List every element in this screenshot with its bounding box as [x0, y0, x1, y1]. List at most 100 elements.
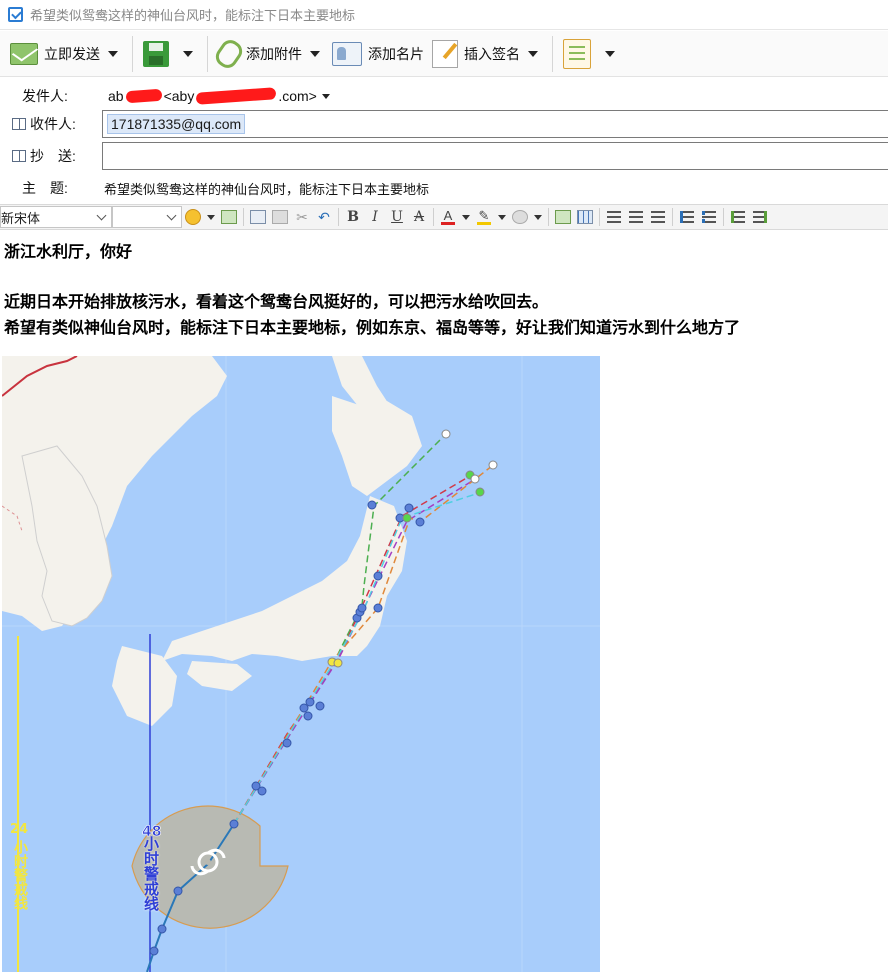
redaction-mark	[125, 88, 162, 104]
subject-row: 主 题: 希望类似鸳鸯这样的神仙台风时，能标注下日本主要地标	[0, 176, 888, 200]
font-color-dropdown[interactable]	[462, 214, 470, 220]
copy-icon	[272, 210, 288, 224]
highlight-button[interactable]: ✎	[473, 206, 495, 228]
font-color-swatch	[441, 221, 455, 225]
track-point	[173, 886, 183, 896]
background-button[interactable]	[509, 206, 531, 228]
save-button[interactable]	[139, 36, 179, 72]
title-bar: 希望类似鸳鸯这样的神仙台风时，能标注下日本主要地标	[0, 0, 888, 30]
highlight-swatch	[477, 221, 491, 225]
to-row: 收件人: 171871335@qq.com	[0, 110, 888, 138]
bullet-list-icon	[702, 211, 716, 223]
align-right-button[interactable]	[647, 206, 669, 228]
send-label: 立即发送	[44, 45, 100, 62]
sender-prefix: ab	[108, 88, 124, 104]
chevron-down-icon	[96, 210, 107, 220]
alert-48h-label: 小时警戒线	[142, 836, 160, 911]
to-field[interactable]: 171871335@qq.com	[102, 110, 888, 138]
align-left-icon	[607, 211, 621, 223]
toolbar-divider	[132, 35, 133, 72]
font-size-select[interactable]	[112, 206, 182, 228]
font-family-select[interactable]: 新宋体	[0, 206, 112, 228]
bold-button[interactable]: B	[342, 206, 364, 228]
save-options-dropdown[interactable]	[183, 50, 193, 57]
attachment-options-dropdown[interactable]	[310, 50, 320, 57]
track-point	[257, 786, 267, 796]
italic-button[interactable]: I	[364, 206, 386, 228]
to-address-book-button[interactable]: 收件人:	[0, 114, 100, 134]
outdent-button[interactable]	[727, 206, 749, 228]
underline-button[interactable]: U	[386, 206, 408, 228]
track-point	[229, 819, 239, 829]
font-color-glyph: A	[443, 207, 453, 223]
cc-address-book-button[interactable]: 抄 送:	[0, 146, 100, 166]
track-point	[299, 703, 309, 713]
format-divider	[672, 208, 673, 226]
numbered-list-button[interactable]	[676, 206, 698, 228]
typhoon-track-map: 48 小时警戒线 24 小时警戒线	[2, 356, 600, 972]
sender-selector[interactable]: ab <aby .com>	[108, 87, 330, 105]
cut-button[interactable]: ✂	[291, 206, 313, 228]
redaction-mark	[196, 87, 277, 105]
add-card-label: 添加名片	[368, 45, 424, 62]
insert-table-button[interactable]	[574, 206, 596, 228]
insert-signature-button[interactable]: 插入签名	[428, 36, 524, 72]
insert-picture-button[interactable]	[552, 206, 574, 228]
from-row: 发件人: ab <aby .com>	[0, 84, 888, 108]
copy-button[interactable]	[269, 206, 291, 228]
undo-button[interactable]: ↶	[313, 206, 335, 228]
chevron-down-icon	[166, 210, 177, 220]
emoji-button[interactable]	[182, 206, 204, 228]
font-family-value: 新宋体	[1, 210, 41, 226]
sender-middle: <aby	[163, 88, 195, 104]
track-point	[303, 711, 313, 721]
align-left-button[interactable]	[603, 206, 625, 228]
address-book-icon	[12, 150, 26, 162]
more-options-button[interactable]	[559, 36, 601, 72]
body-greeting[interactable]: 浙江水利厅，你好	[4, 238, 132, 262]
format-divider	[243, 208, 244, 226]
insert-signature-label: 插入签名	[464, 45, 520, 62]
subject-field[interactable]: 希望类似鸳鸯这样的神仙台风时，能标注下日本主要地标	[104, 179, 429, 198]
emoji-dropdown[interactable]	[207, 214, 215, 220]
background-dropdown[interactable]	[534, 214, 542, 220]
align-center-button[interactable]	[625, 206, 647, 228]
forecast-point-white	[488, 460, 498, 470]
format-divider	[433, 208, 434, 226]
track-point	[357, 603, 367, 613]
body-line-2[interactable]: 希望有类似神仙台风时，能标注下日本主要地标，例如东京、福岛等等，好让我们知道污水…	[4, 314, 740, 338]
sender-suffix: .com>	[278, 88, 317, 104]
send-options-dropdown[interactable]	[108, 50, 118, 57]
signature-pen-icon	[432, 39, 458, 68]
forecast-point-yellow	[333, 658, 343, 668]
cc-field[interactable]	[102, 142, 888, 170]
from-label: 发件人:	[22, 88, 68, 104]
font-color-icon: A	[441, 207, 455, 225]
track-point	[282, 738, 292, 748]
highlight-dropdown[interactable]	[498, 214, 506, 220]
outdent-icon	[731, 211, 745, 223]
body-line-1[interactable]: 近期日本开始排放核污水，看着这个鸳鸯台风挺好的，可以把污水给吹回去。	[4, 288, 548, 312]
font-color-button[interactable]: A	[437, 206, 459, 228]
track-point	[149, 946, 159, 956]
send-button[interactable]: 立即发送	[6, 36, 104, 72]
add-attachment-button[interactable]: 添加附件	[211, 35, 306, 72]
sender-dropdown-icon	[321, 93, 330, 99]
add-attachment-label: 添加附件	[246, 45, 302, 62]
more-options-dropdown[interactable]	[605, 50, 615, 57]
strikethrough-button[interactable]: A	[408, 206, 430, 228]
recipient-chip[interactable]: 171871335@qq.com	[107, 114, 246, 134]
signature-options-dropdown[interactable]	[528, 50, 538, 57]
bullet-list-button[interactable]	[698, 206, 720, 228]
track-point	[415, 517, 425, 527]
insert-image-button[interactable]	[218, 206, 240, 228]
fill-icon	[512, 210, 528, 224]
track-point	[373, 603, 383, 613]
paste-button[interactable]	[247, 206, 269, 228]
numbered-list-icon	[680, 211, 694, 223]
format-toolbar: 新宋体 ✂ ↶ B I U A A ✎	[0, 204, 888, 230]
format-divider	[338, 208, 339, 226]
add-card-button[interactable]: 添加名片	[328, 36, 428, 72]
indent-button[interactable]	[749, 206, 771, 228]
subject-label: 主 题:	[22, 180, 68, 196]
